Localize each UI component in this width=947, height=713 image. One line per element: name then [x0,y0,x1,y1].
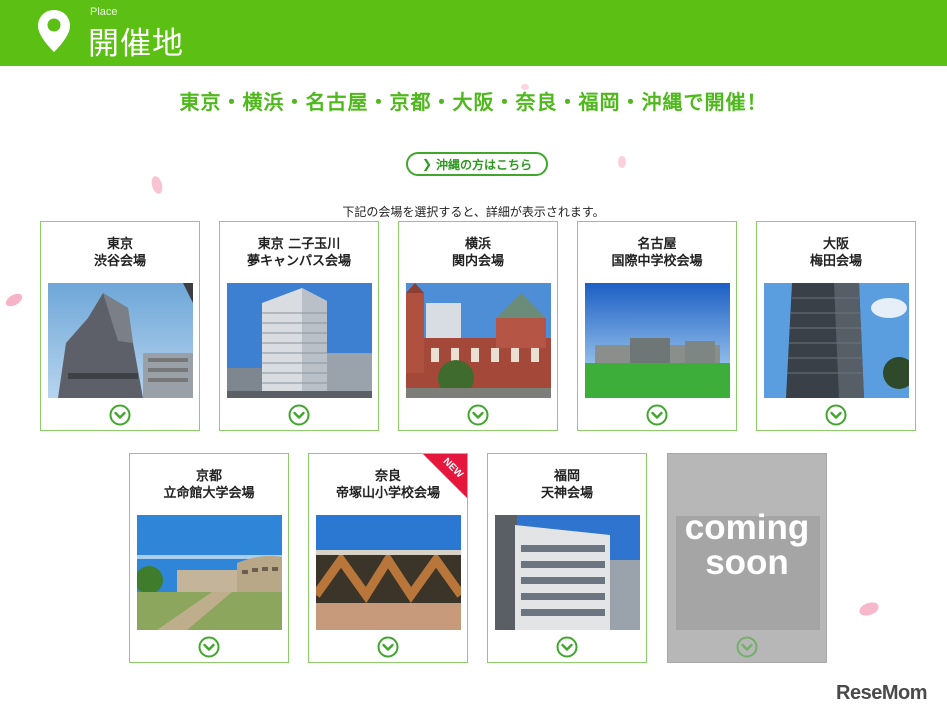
chevron-right-icon: ❯ [421,157,433,171]
venue-photo [137,515,282,630]
petal-decoration [618,156,626,168]
petal-decoration [521,84,529,90]
map-pin-icon [38,10,70,52]
chevron-down-icon[interactable] [377,636,399,658]
chevron-down-icon[interactable] [109,404,131,426]
resemom-logo: ReseMom [836,682,927,704]
venue-card-kyoto[interactable]: 京都 立命館大学会場 [129,453,289,663]
chevron-down-icon[interactable] [198,636,220,658]
page-header: Place 開催地 [0,0,947,66]
venue-title: 福岡 天神会場 [540,469,593,501]
venue-card-futakotamagawa[interactable]: 東京 二子玉川 夢キャンパス会場 [219,221,379,431]
chevron-down-icon[interactable] [646,404,668,426]
petal-decoration [859,602,879,616]
venue-card-kannai[interactable]: 横浜 関内会場 [398,221,558,431]
chevron-down-icon[interactable] [288,404,310,426]
header-subtitle: Place [90,6,118,18]
chevron-down-icon [736,636,758,658]
venue-photo [764,283,909,398]
petal-decoration [151,176,163,194]
venue-title: 大阪 梅田会場 [809,237,862,269]
coming-soon-label: coming soon [684,508,810,582]
venue-title: 東京 渋谷会場 [93,237,146,269]
new-badge: NEW [423,454,467,498]
venue-photo [48,283,193,398]
venue-title: 名古屋 国際中学校会場 [611,237,703,269]
venue-photo [495,515,640,630]
venue-photo [406,283,551,398]
venue-card-tenjin[interactable]: 福岡 天神会場 [487,453,647,663]
venue-photo [585,283,730,398]
instruction-text: 下記の会場を選択すると、詳細が表示されます。 [342,205,605,219]
okinawa-link-label: 沖縄の方はこちら [436,157,533,172]
venue-title: 横浜 関内会場 [451,237,504,269]
coming-soon-card: coming soon [667,453,827,663]
venue-title: 東京 二子玉川 夢キャンパス会場 [246,237,351,269]
venue-card-umeda[interactable]: 大阪 梅田会場 [756,221,916,431]
petal-decoration [5,293,23,307]
venue-photo [316,515,461,630]
chevron-down-icon[interactable] [556,636,578,658]
venue-card-shibuya[interactable]: 東京 渋谷会場 [40,221,200,431]
venue-photo [227,283,372,398]
chevron-down-icon[interactable] [825,404,847,426]
chevron-down-icon[interactable] [467,404,489,426]
venue-headline: 東京・横浜・名古屋・京都・大阪・奈良・福岡・沖縄で開催！ [179,90,768,114]
venue-card-nara[interactable]: 奈良 帝塚山小学校会場 NEW [308,453,468,663]
venue-title: 京都 立命館大学会場 [163,469,255,501]
okinawa-link-button[interactable]: ❯ 沖縄の方はこちら [406,152,548,176]
venue-card-nagoya[interactable]: 名古屋 国際中学校会場 [577,221,737,431]
page-title: 開催地 [88,26,184,62]
